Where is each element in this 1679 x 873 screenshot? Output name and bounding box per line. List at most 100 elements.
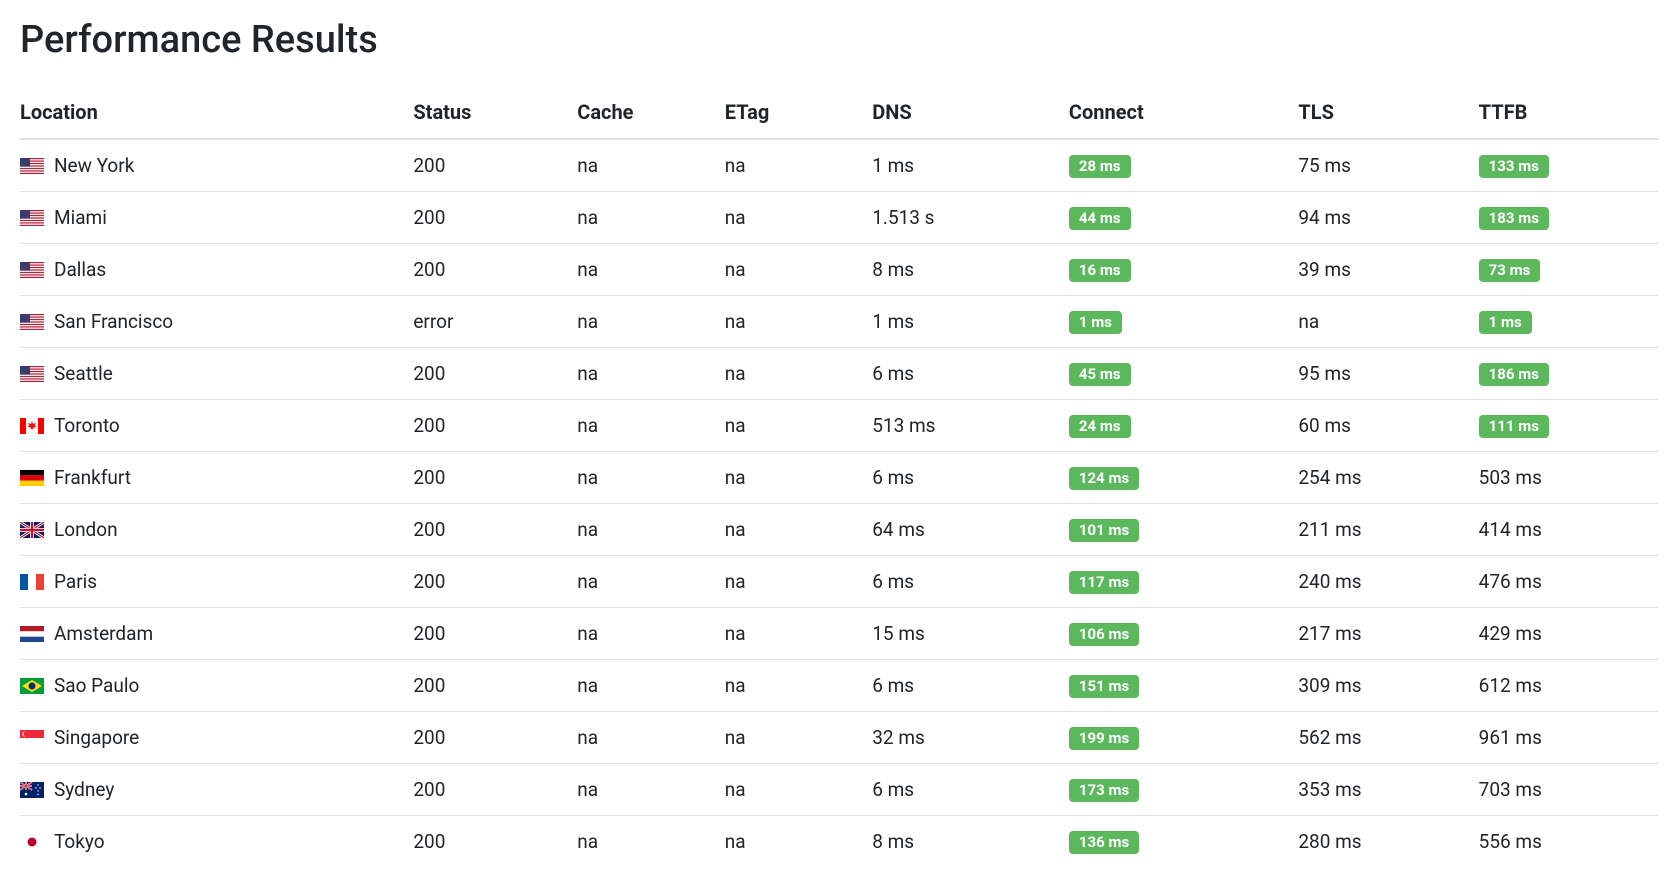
connect-badge: 1 ms <box>1069 311 1122 334</box>
cell-cache: na <box>577 139 725 192</box>
location-name: Dallas <box>54 258 106 281</box>
cell-cache: na <box>577 452 725 504</box>
cell-ttfb: 186 ms <box>1479 348 1659 400</box>
location-name: Frankfurt <box>54 466 131 489</box>
col-connect[interactable]: Connect <box>1069 86 1298 139</box>
page-title: Performance Results <box>20 18 1659 62</box>
cell-ttfb: 73 ms <box>1479 244 1659 296</box>
flag-us-icon <box>20 262 44 278</box>
location-name: New York <box>54 154 134 177</box>
table-row: Amsterdam200nana15 ms106 ms217 ms429 ms <box>20 608 1659 660</box>
connect-badge: 16 ms <box>1069 259 1131 282</box>
cell-ttfb: 703 ms <box>1479 764 1659 816</box>
location-name: Sydney <box>54 778 114 801</box>
cell-tls: 240 ms <box>1298 556 1478 608</box>
cell-connect: 1 ms <box>1069 296 1298 348</box>
cell-tls: 217 ms <box>1298 608 1478 660</box>
cell-status: 200 <box>413 139 577 192</box>
flag-nl-icon <box>20 626 44 642</box>
cell-ttfb: 612 ms <box>1479 660 1659 712</box>
table-row: Sao Paulo200nana6 ms151 ms309 ms612 ms <box>20 660 1659 712</box>
cell-ttfb: 183 ms <box>1479 192 1659 244</box>
cell-ttfb: 414 ms <box>1479 504 1659 556</box>
col-dns[interactable]: DNS <box>872 86 1069 139</box>
cell-connect: 173 ms <box>1069 764 1298 816</box>
ttfb-badge: 1 ms <box>1479 311 1532 334</box>
ttfb-badge: 133 ms <box>1479 155 1549 178</box>
ttfb-badge: 186 ms <box>1479 363 1549 386</box>
table-row: Singapore200nana32 ms199 ms562 ms961 ms <box>20 712 1659 764</box>
cell-location: San Francisco <box>20 296 413 348</box>
col-cache[interactable]: Cache <box>577 86 725 139</box>
flag-us-icon <box>20 158 44 174</box>
cell-connect: 28 ms <box>1069 139 1298 192</box>
cell-status: 200 <box>413 452 577 504</box>
cell-connect: 44 ms <box>1069 192 1298 244</box>
cell-status: 200 <box>413 816 577 868</box>
cell-status: error <box>413 296 577 348</box>
cell-dns: 1 ms <box>872 296 1069 348</box>
cell-dns: 1.513 s <box>872 192 1069 244</box>
connect-badge: 173 ms <box>1069 779 1139 802</box>
flag-br-icon <box>20 678 44 694</box>
table-row: Dallas200nana8 ms16 ms39 ms73 ms <box>20 244 1659 296</box>
flag-fr-icon <box>20 574 44 590</box>
cell-location: Frankfurt <box>20 452 413 504</box>
cell-tls: na <box>1298 296 1478 348</box>
cell-dns: 513 ms <box>872 400 1069 452</box>
cell-location: Seattle <box>20 348 413 400</box>
cell-ttfb: 476 ms <box>1479 556 1659 608</box>
connect-badge: 106 ms <box>1069 623 1139 646</box>
cell-dns: 8 ms <box>872 816 1069 868</box>
table-row: New York200nana1 ms28 ms75 ms133 ms <box>20 139 1659 192</box>
cell-location: Paris <box>20 556 413 608</box>
location-name: Amsterdam <box>54 622 153 645</box>
cell-location: Tokyo <box>20 816 413 868</box>
location-name: Tokyo <box>54 830 105 853</box>
table-row: Frankfurt200nana6 ms124 ms254 ms503 ms <box>20 452 1659 504</box>
cell-cache: na <box>577 764 725 816</box>
col-location[interactable]: Location <box>20 86 413 139</box>
col-etag[interactable]: ETag <box>725 86 873 139</box>
cell-status: 200 <box>413 608 577 660</box>
col-tls[interactable]: TLS <box>1298 86 1478 139</box>
cell-ttfb: 133 ms <box>1479 139 1659 192</box>
cell-location: Amsterdam <box>20 608 413 660</box>
cell-status: 200 <box>413 192 577 244</box>
cell-dns: 8 ms <box>872 244 1069 296</box>
flag-us-icon <box>20 314 44 330</box>
cell-tls: 94 ms <box>1298 192 1478 244</box>
cell-tls: 95 ms <box>1298 348 1478 400</box>
cell-location: Miami <box>20 192 413 244</box>
ttfb-badge: 73 ms <box>1479 259 1541 282</box>
cell-status: 200 <box>413 712 577 764</box>
cell-ttfb: 961 ms <box>1479 712 1659 764</box>
cell-dns: 1 ms <box>872 139 1069 192</box>
connect-badge: 199 ms <box>1069 727 1139 750</box>
col-status[interactable]: Status <box>413 86 577 139</box>
cell-status: 200 <box>413 504 577 556</box>
flag-au-icon <box>20 782 44 798</box>
connect-badge: 44 ms <box>1069 207 1131 230</box>
connect-badge: 24 ms <box>1069 415 1131 438</box>
cell-tls: 60 ms <box>1298 400 1478 452</box>
flag-sg-icon <box>20 730 44 746</box>
cell-etag: na <box>725 452 873 504</box>
cell-etag: na <box>725 296 873 348</box>
location-name: San Francisco <box>54 310 173 333</box>
cell-status: 200 <box>413 244 577 296</box>
cell-dns: 64 ms <box>872 504 1069 556</box>
cell-connect: 199 ms <box>1069 712 1298 764</box>
cell-connect: 101 ms <box>1069 504 1298 556</box>
cell-connect: 124 ms <box>1069 452 1298 504</box>
cell-ttfb: 429 ms <box>1479 608 1659 660</box>
cell-tls: 280 ms <box>1298 816 1478 868</box>
cell-cache: na <box>577 608 725 660</box>
cell-etag: na <box>725 712 873 764</box>
col-ttfb[interactable]: TTFB <box>1479 86 1659 139</box>
connect-badge: 151 ms <box>1069 675 1139 698</box>
cell-etag: na <box>725 608 873 660</box>
cell-connect: 117 ms <box>1069 556 1298 608</box>
cell-dns: 6 ms <box>872 660 1069 712</box>
cell-tls: 211 ms <box>1298 504 1478 556</box>
